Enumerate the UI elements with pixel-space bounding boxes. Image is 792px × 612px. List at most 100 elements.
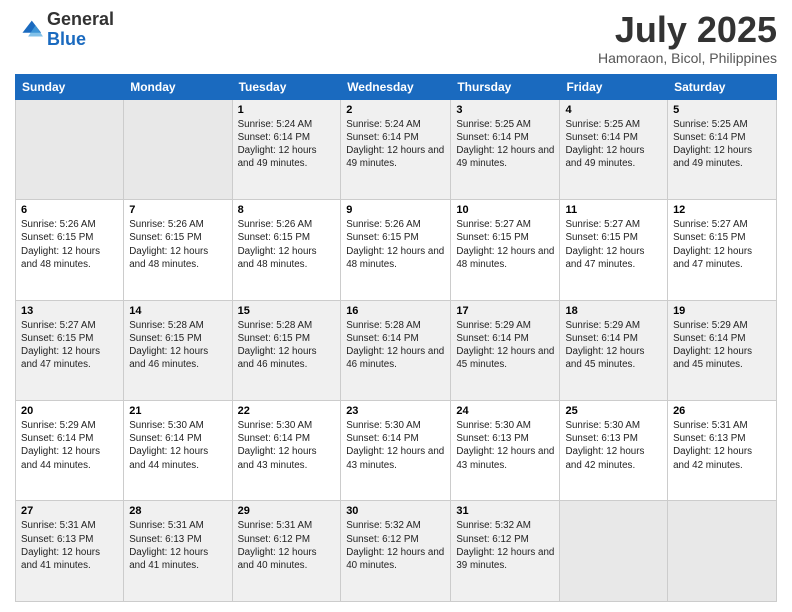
- day-detail: Sunrise: 5:24 AMSunset: 6:14 PMDaylight:…: [346, 118, 445, 171]
- table-row: 25Sunrise: 5:30 AMSunset: 6:13 PMDayligh…: [560, 401, 668, 501]
- day-number: 9: [346, 204, 445, 216]
- table-row: 15 Sunrise: 5:28 AMSunset: 6:15 PMDayligh…: [232, 300, 341, 400]
- calendar-week-row: 6 Sunrise: 5:26 AMSunset: 6:15 PMDaylight…: [16, 200, 777, 300]
- day-detail: Sunrise: 5:30 AMSunset: 6:14 PMDaylight:…: [238, 419, 336, 472]
- day-number: 11: [565, 204, 662, 216]
- table-row: 23 Sunrise: 5:30 AMSunset: 6:14 PMDayligh…: [341, 401, 451, 501]
- table-row: 29 Sunrise: 5:31 AMSunset: 6:12 PMDayligh…: [232, 501, 341, 602]
- day-number: 14: [129, 305, 226, 317]
- table-row: 11 Sunrise: 5:27 AMSunset: 6:15 PMDayligh…: [560, 200, 668, 300]
- day-number: 16: [346, 305, 445, 317]
- day-detail: Sunrise: 5:26 AMSunset: 6:15 PMDaylight:…: [21, 218, 118, 271]
- col-tuesday: Tuesday: [232, 74, 341, 99]
- logo-blue-text: Blue: [47, 29, 86, 49]
- day-number: 2: [346, 104, 445, 116]
- day-detail: Sunrise: 5:27 AMSunset: 6:15 PMDaylight:…: [565, 218, 662, 271]
- day-number: 8: [238, 204, 336, 216]
- day-detail: Sunrise: 5:26 AMSunset: 6:15 PMDaylight:…: [129, 218, 226, 271]
- calendar-week-row: 27 Sunrise: 5:31 AMSunset: 6:13 PMDayligh…: [16, 501, 777, 602]
- table-row: 13 Sunrise: 5:27 AMSunset: 6:15 PMDayligh…: [16, 300, 124, 400]
- day-detail: Sunrise: 5:30 AMSunset: 6:14 PMDaylight:…: [346, 419, 445, 472]
- day-detail: Sunrise: 5:31 AMSunset: 6:13 PMDaylight:…: [673, 419, 771, 472]
- day-detail: Sunrise: 5:28 AMSunset: 6:14 PMDaylight:…: [346, 319, 445, 372]
- day-number: 13: [21, 305, 118, 317]
- table-row: 22Sunrise: 5:30 AMSunset: 6:14 PMDayligh…: [232, 401, 341, 501]
- table-row: 14 Sunrise: 5:28 AMSunset: 6:15 PMDayligh…: [124, 300, 232, 400]
- col-saturday: Saturday: [668, 74, 777, 99]
- logo: General Blue: [15, 10, 114, 50]
- day-detail: Sunrise: 5:29 AMSunset: 6:14 PMDaylight:…: [565, 319, 662, 372]
- day-detail: Sunrise: 5:29 AMSunset: 6:14 PMDaylight:…: [673, 319, 771, 372]
- calendar-week-row: 20 Sunrise: 5:29 AMSunset: 6:14 PMDayligh…: [16, 401, 777, 501]
- table-row: 30 Sunrise: 5:32 AMSunset: 6:12 PMDayligh…: [341, 501, 451, 602]
- title-block: July 2025 Hamoraon, Bicol, Philippines: [598, 10, 777, 66]
- table-row: 28 Sunrise: 5:31 AMSunset: 6:13 PMDayligh…: [124, 501, 232, 602]
- calendar-week-row: 1 Sunrise: 5:24 AMSunset: 6:14 PMDaylight…: [16, 99, 777, 199]
- header: General Blue July 2025 Hamoraon, Bicol, …: [15, 10, 777, 66]
- day-number: 24: [456, 405, 554, 417]
- day-detail: Sunrise: 5:24 AMSunset: 6:14 PMDaylight:…: [238, 118, 336, 171]
- logo-general-text: General: [47, 9, 114, 29]
- table-row: 7Sunrise: 5:26 AMSunset: 6:15 PMDaylight…: [124, 200, 232, 300]
- day-number: 26: [673, 405, 771, 417]
- table-row: 3 Sunrise: 5:25 AMSunset: 6:14 PMDaylight…: [451, 99, 560, 199]
- table-row: 21 Sunrise: 5:30 AMSunset: 6:14 PMDayligh…: [124, 401, 232, 501]
- day-detail: Sunrise: 5:28 AMSunset: 6:15 PMDaylight:…: [129, 319, 226, 372]
- day-number: 20: [21, 405, 118, 417]
- day-number: 17: [456, 305, 554, 317]
- day-number: 19: [673, 305, 771, 317]
- col-sunday: Sunday: [16, 74, 124, 99]
- day-number: 21: [129, 405, 226, 417]
- table-row: [668, 501, 777, 602]
- table-row: 19 Sunrise: 5:29 AMSunset: 6:14 PMDayligh…: [668, 300, 777, 400]
- day-detail: Sunrise: 5:27 AMSunset: 6:15 PMDaylight:…: [456, 218, 554, 271]
- day-detail: Sunrise: 5:32 AMSunset: 6:12 PMDaylight:…: [346, 519, 445, 572]
- table-row: 1 Sunrise: 5:24 AMSunset: 6:14 PMDaylight…: [232, 99, 341, 199]
- calendar-header-row: Sunday Monday Tuesday Wednesday Thursday…: [16, 74, 777, 99]
- day-detail: Sunrise: 5:31 AMSunset: 6:13 PMDaylight:…: [129, 519, 226, 572]
- page: General Blue July 2025 Hamoraon, Bicol, …: [0, 0, 792, 612]
- table-row: 18 Sunrise: 5:29 AMSunset: 6:14 PMDayligh…: [560, 300, 668, 400]
- day-detail: Sunrise: 5:31 AMSunset: 6:12 PMDaylight:…: [238, 519, 336, 572]
- day-number: 4: [565, 104, 662, 116]
- day-detail: Sunrise: 5:31 AMSunset: 6:13 PMDaylight:…: [21, 519, 118, 572]
- table-row: 16 Sunrise: 5:28 AMSunset: 6:14 PMDayligh…: [341, 300, 451, 400]
- day-number: 12: [673, 204, 771, 216]
- col-wednesday: Wednesday: [341, 74, 451, 99]
- calendar-week-row: 13 Sunrise: 5:27 AMSunset: 6:15 PMDayligh…: [16, 300, 777, 400]
- col-monday: Monday: [124, 74, 232, 99]
- day-number: 18: [565, 305, 662, 317]
- table-row: 27 Sunrise: 5:31 AMSunset: 6:13 PMDayligh…: [16, 501, 124, 602]
- day-number: 15: [238, 305, 336, 317]
- day-number: 1: [238, 104, 336, 116]
- day-detail: Sunrise: 5:27 AMSunset: 6:15 PMDaylight:…: [21, 319, 118, 372]
- month-title: July 2025: [598, 10, 777, 50]
- day-detail: Sunrise: 5:32 AMSunset: 6:12 PMDaylight:…: [456, 519, 554, 572]
- table-row: 8Sunrise: 5:26 AMSunset: 6:15 PMDaylight…: [232, 200, 341, 300]
- table-row: 20 Sunrise: 5:29 AMSunset: 6:14 PMDayligh…: [16, 401, 124, 501]
- table-row: 10 Sunrise: 5:27 AMSunset: 6:15 PMDayligh…: [451, 200, 560, 300]
- day-number: 29: [238, 505, 336, 517]
- day-number: 30: [346, 505, 445, 517]
- day-detail: Sunrise: 5:25 AMSunset: 6:14 PMDaylight:…: [565, 118, 662, 171]
- day-number: 27: [21, 505, 118, 517]
- day-number: 31: [456, 505, 554, 517]
- day-detail: Sunrise: 5:29 AMSunset: 6:14 PMDaylight:…: [21, 419, 118, 472]
- table-row: 2 Sunrise: 5:24 AMSunset: 6:14 PMDaylight…: [341, 99, 451, 199]
- day-detail: Sunrise: 5:26 AMSunset: 6:15 PMDaylight:…: [346, 218, 445, 271]
- day-number: 28: [129, 505, 226, 517]
- day-number: 6: [21, 204, 118, 216]
- day-number: 3: [456, 104, 554, 116]
- table-row: 12 Sunrise: 5:27 AMSunset: 6:15 PMDayligh…: [668, 200, 777, 300]
- day-detail: Sunrise: 5:28 AMSunset: 6:15 PMDaylight:…: [238, 319, 336, 372]
- table-row: 26 Sunrise: 5:31 AMSunset: 6:13 PMDayligh…: [668, 401, 777, 501]
- day-detail: Sunrise: 5:30 AMSunset: 6:13 PMDaylight:…: [456, 419, 554, 472]
- day-number: 10: [456, 204, 554, 216]
- day-detail: Sunrise: 5:27 AMSunset: 6:15 PMDaylight:…: [673, 218, 771, 271]
- day-number: 5: [673, 104, 771, 116]
- day-detail: Sunrise: 5:30 AMSunset: 6:14 PMDaylight:…: [129, 419, 226, 472]
- day-detail: Sunrise: 5:25 AMSunset: 6:14 PMDaylight:…: [673, 118, 771, 171]
- day-detail: Sunrise: 5:25 AMSunset: 6:14 PMDaylight:…: [456, 118, 554, 171]
- table-row: 24 Sunrise: 5:30 AMSunset: 6:13 PMDayligh…: [451, 401, 560, 501]
- day-number: 23: [346, 405, 445, 417]
